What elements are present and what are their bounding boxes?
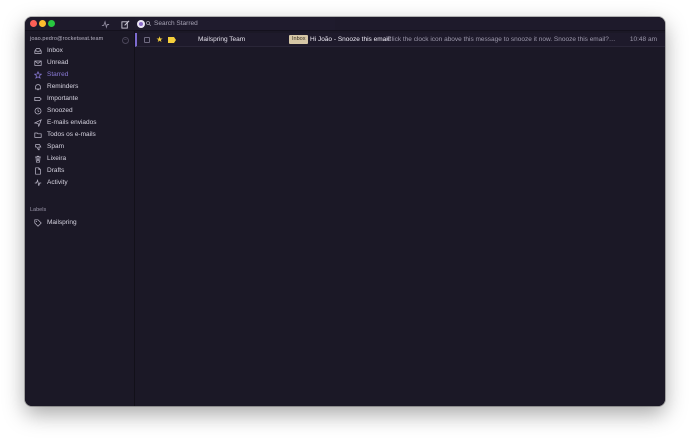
sidebar-item-drafts[interactable]: Drafts (25, 165, 135, 176)
sidebar-item-label: Spam (47, 143, 64, 150)
sidebar-item-mailspring[interactable]: Mailspring (25, 217, 135, 228)
sidebar-item-inbox[interactable]: Inbox (25, 45, 135, 56)
clock-icon (33, 106, 43, 116)
activity-toolbar-icon[interactable] (99, 18, 111, 30)
compose-icon[interactable] (119, 18, 131, 30)
message-time: 10:48 am (629, 36, 657, 43)
account-collapse-icon[interactable]: − (122, 37, 129, 44)
message-checkbox[interactable] (144, 37, 150, 43)
sidebar-item-label: Unread (47, 59, 69, 66)
folder-icon (33, 130, 43, 140)
message-row[interactable]: ★ Mailspring Team Inbox Hi João - Snooze… (135, 33, 665, 47)
label-tag-icon (33, 94, 43, 104)
message-list: ★ Mailspring Team Inbox Hi João - Snooze… (135, 31, 665, 406)
maximize-window-button[interactable] (48, 20, 55, 27)
sidebar-item-label: Activity (47, 179, 68, 186)
sidebar-item-reminders[interactable]: Reminders (25, 81, 135, 92)
message-snippet: Click the clock icon above this message … (387, 36, 616, 43)
message-subject: Hi João - Snooze this email! (310, 36, 391, 43)
sidebar-item-label: Starred (47, 71, 69, 78)
labels-heading: Labels (30, 207, 47, 213)
sidebar-item-snoozed[interactable]: Snoozed (25, 105, 135, 116)
mail-window: joao.pedro@rocketseat.team − Inbox Unrea… (25, 17, 665, 406)
tag-icon (33, 218, 43, 228)
star-icon[interactable]: ★ (156, 35, 163, 45)
sidebar-item-todos-os-e-mails[interactable]: Todos os e-mails (25, 129, 135, 140)
document-icon (33, 166, 43, 176)
important-label-icon[interactable] (168, 37, 176, 43)
star-icon (33, 70, 43, 80)
sidebar-item-label: Inbox (47, 47, 63, 54)
sidebar-item-e-mails-enviados[interactable]: E-mails enviados (25, 117, 135, 128)
sidebar-item-unread[interactable]: Unread (25, 57, 135, 68)
close-window-button[interactable] (30, 20, 37, 27)
message-label-badge: Inbox (289, 35, 309, 44)
envelope-icon (33, 58, 43, 68)
message-sender: Mailspring Team (198, 36, 246, 43)
trash-icon (33, 154, 43, 164)
sidebar-item-label: Mailspring (47, 219, 77, 226)
account-email: joao.pedro@rocketseat.team (30, 36, 104, 42)
sidebar-item-label: Reminders (47, 83, 79, 90)
sidebar-item-label: Snoozed (47, 107, 73, 114)
sidebar-item-importante[interactable]: Importante (25, 93, 135, 104)
sidebar-item-label: Importante (47, 95, 79, 102)
minimize-window-button[interactable] (39, 20, 46, 27)
sidebar-item-label: Lixeira (47, 155, 67, 162)
inbox-icon (33, 46, 43, 56)
sidebar-item-spam[interactable]: Spam (25, 141, 135, 152)
activity-icon (33, 178, 43, 188)
sidebar-item-label: Todos os e-mails (47, 131, 96, 138)
sidebar-item-lixeira[interactable]: Lixeira (25, 153, 135, 164)
thumbs-down-icon (33, 142, 43, 152)
send-icon (33, 118, 43, 128)
search-input[interactable] (151, 20, 331, 27)
sidebar: joao.pedro@rocketseat.team − Inbox Unrea… (25, 31, 135, 406)
sidebar-item-label: E-mails enviados (47, 119, 97, 126)
account-avatar-icon (137, 19, 145, 28)
search-bar[interactable] (135, 17, 335, 30)
sidebar-item-starred[interactable]: Starred (25, 69, 135, 80)
toolbar (25, 17, 665, 31)
sidebar-item-label: Drafts (47, 167, 65, 174)
bell-icon (33, 82, 43, 92)
sidebar-item-activity[interactable]: Activity (25, 177, 135, 188)
